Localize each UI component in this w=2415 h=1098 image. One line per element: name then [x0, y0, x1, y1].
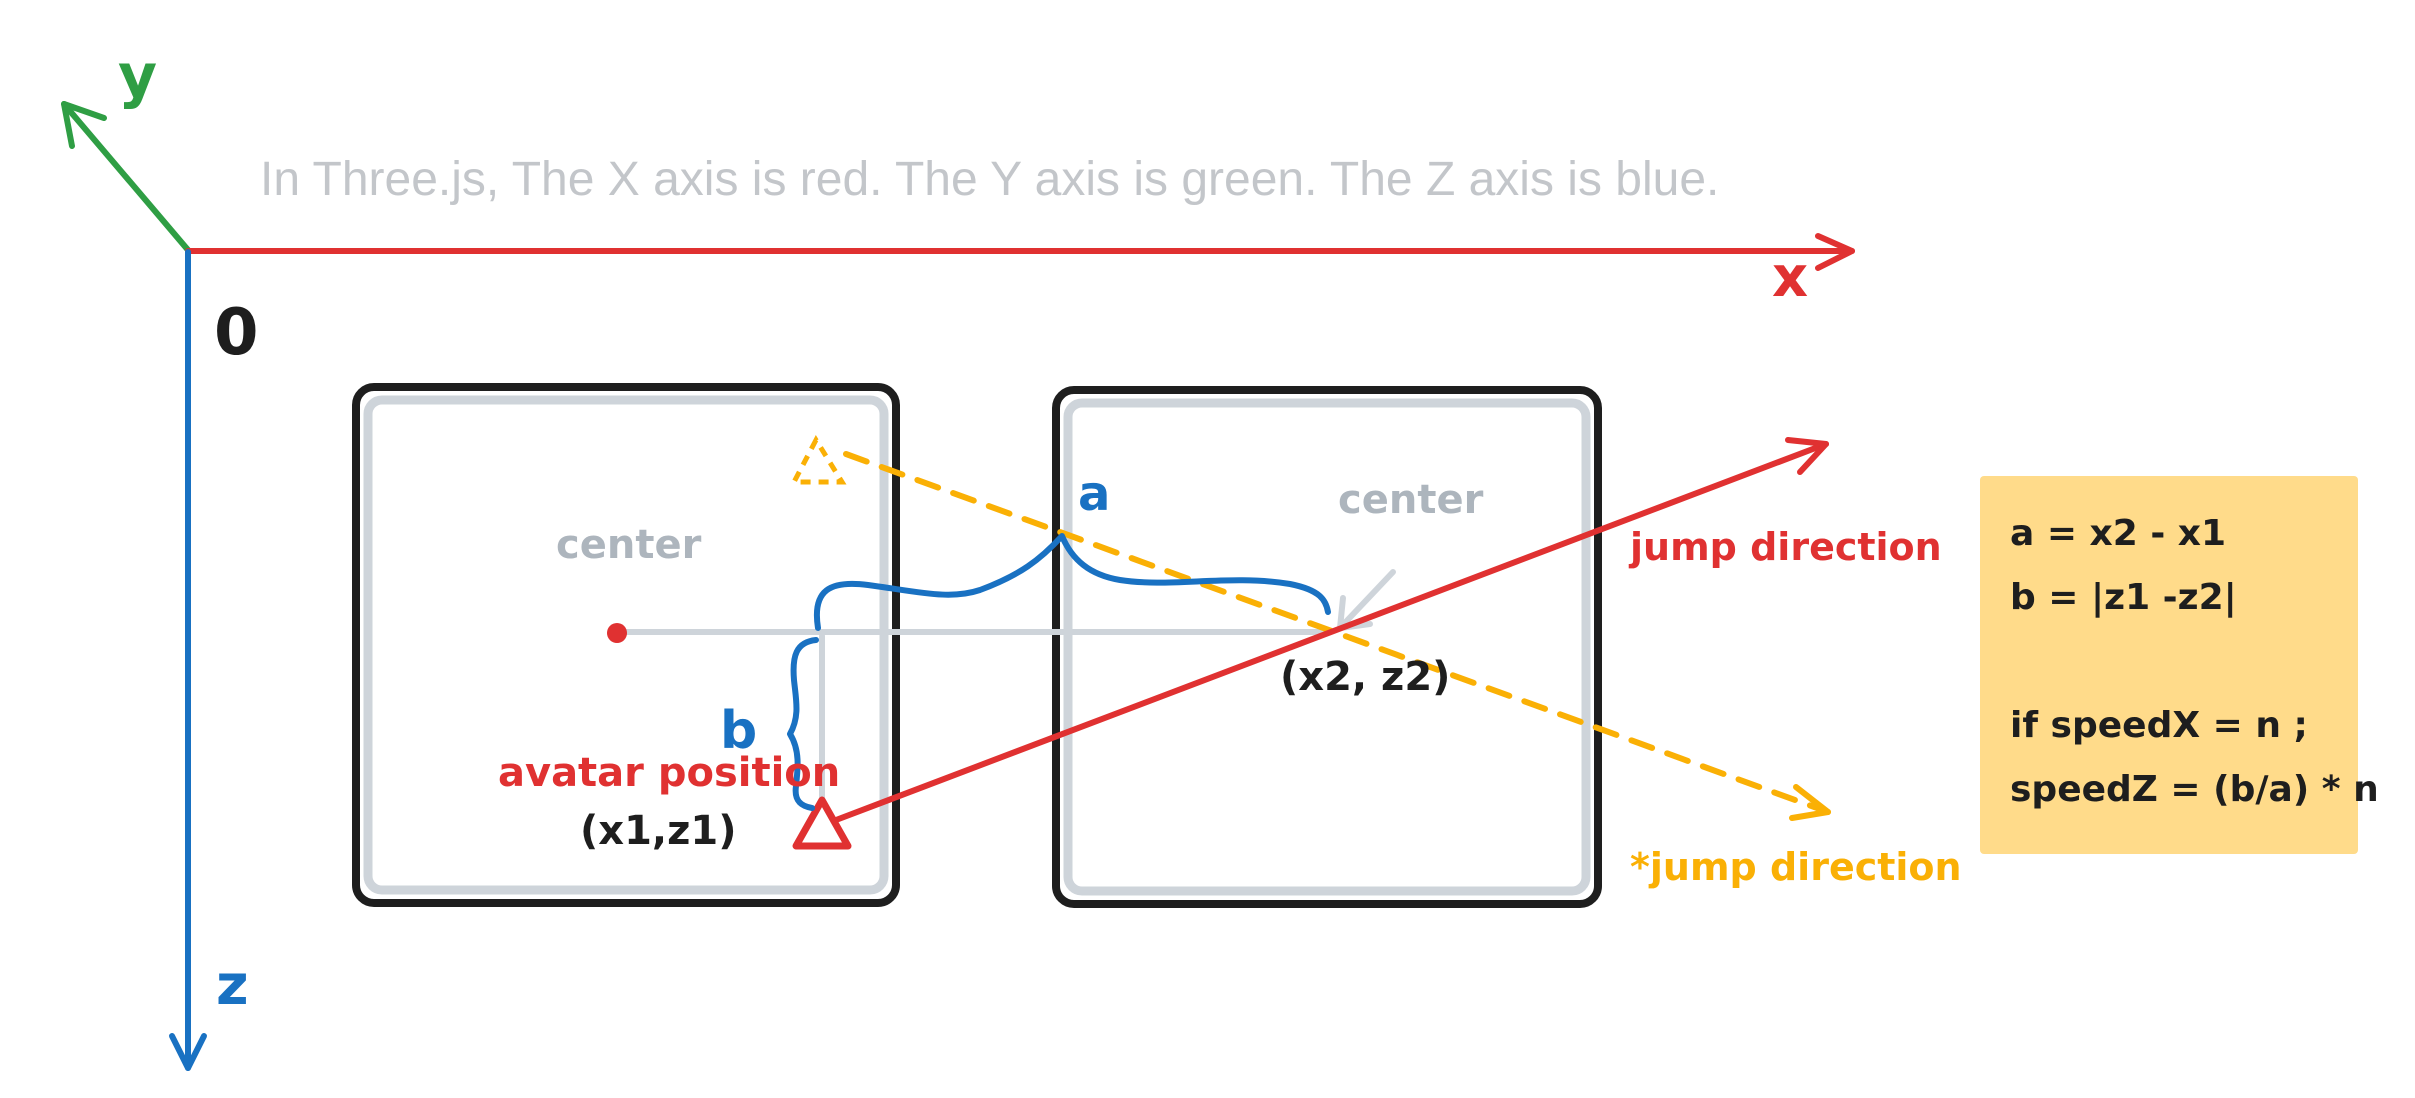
x-axis: [185, 233, 1855, 271]
avatar-coords-label: (x1,z1): [580, 808, 737, 854]
center-dot-icon: [607, 623, 627, 643]
avatar-position-label: avatar position: [498, 750, 840, 796]
formula-blank: [2010, 630, 2328, 694]
y-axis-label: y: [118, 41, 157, 111]
center-label-left: center: [556, 522, 702, 568]
formula-b: b = |z1 -z2|: [2010, 577, 2237, 618]
center-label-right: center: [1338, 477, 1484, 523]
jump-direction-label: jump direction: [1628, 525, 1942, 569]
alt-jump-direction-label: *jump direction: [1630, 845, 1962, 889]
caption: In Three.js, The X axis is red. The Y ax…: [260, 153, 1719, 206]
formula-note: a = x2 - x1 b = |z1 -z2| if speedX = n ;…: [1980, 476, 2379, 854]
formula-a: a = x2 - x1: [2010, 513, 2227, 554]
y-axis: [61, 101, 191, 253]
origin-label: 0: [214, 296, 259, 370]
right-platform: [1052, 386, 1602, 908]
z-axis-label: z: [216, 953, 249, 1018]
formula-speed-z: speedZ = (b/a) * n: [2010, 769, 2379, 810]
brace-a-label: a: [1078, 466, 1110, 522]
target-coords-label: (x2, z2): [1280, 654, 1450, 700]
z-axis: [169, 249, 207, 1071]
formula-speed-x: if speedX = n ;: [2010, 705, 2308, 746]
x-axis-label: x: [1772, 245, 1808, 310]
